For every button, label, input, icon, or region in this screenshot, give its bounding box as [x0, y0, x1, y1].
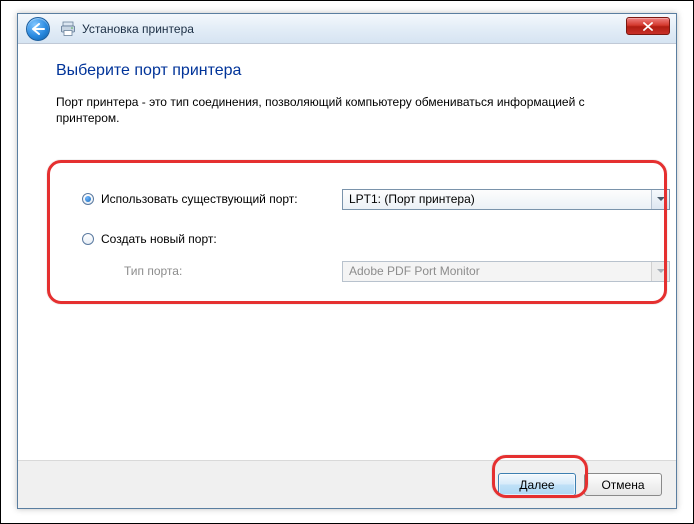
port-type-select: Adobe PDF Port Monitor — [342, 261, 670, 282]
cancel-button[interactable]: Отмена — [584, 473, 662, 496]
dropdown-arrow-icon — [651, 190, 669, 209]
canvas: Установка принтера Выберите порт принтер… — [0, 0, 694, 524]
titlebar: Установка принтера — [18, 14, 676, 44]
dialog-footer: Далее Отмена — [18, 460, 676, 508]
radio-icon — [82, 193, 94, 205]
back-button[interactable] — [26, 17, 50, 41]
cancel-button-label: Отмена — [601, 478, 644, 492]
titlebar-text: Установка принтера — [82, 22, 194, 36]
port-select[interactable]: LPT1: (Порт принтера) — [342, 189, 670, 210]
port-type-label: Тип порта: — [124, 264, 342, 278]
radio-existing-port[interactable]: Использовать существующий порт: — [82, 192, 342, 206]
port-select-value: LPT1: (Порт принтера) — [349, 192, 475, 206]
printer-icon — [60, 21, 76, 37]
close-button[interactable] — [626, 17, 670, 35]
port-type-value: Adobe PDF Port Monitor — [349, 264, 480, 278]
radio-existing-label: Использовать существующий порт: — [101, 192, 298, 206]
radio-icon — [82, 233, 94, 245]
page-description: Порт принтера - это тип соединения, позв… — [56, 94, 638, 126]
dialog-window: Установка принтера Выберите порт принтер… — [17, 13, 677, 509]
port-form: Использовать существующий порт: LPT1: (П… — [82, 188, 670, 300]
next-button-label: Далее — [519, 478, 554, 492]
radio-new-label: Создать новый порт: — [101, 232, 217, 246]
row-existing-port: Использовать существующий порт: LPT1: (П… — [82, 188, 670, 210]
row-new-port: Создать новый порт: — [82, 228, 670, 250]
row-port-type: Тип порта: Adobe PDF Port Monitor — [124, 260, 670, 282]
dropdown-arrow-icon — [651, 262, 669, 281]
page-heading: Выберите порт принтера — [56, 62, 638, 80]
next-button[interactable]: Далее — [498, 473, 576, 496]
radio-new-port[interactable]: Создать новый порт: — [82, 232, 342, 246]
